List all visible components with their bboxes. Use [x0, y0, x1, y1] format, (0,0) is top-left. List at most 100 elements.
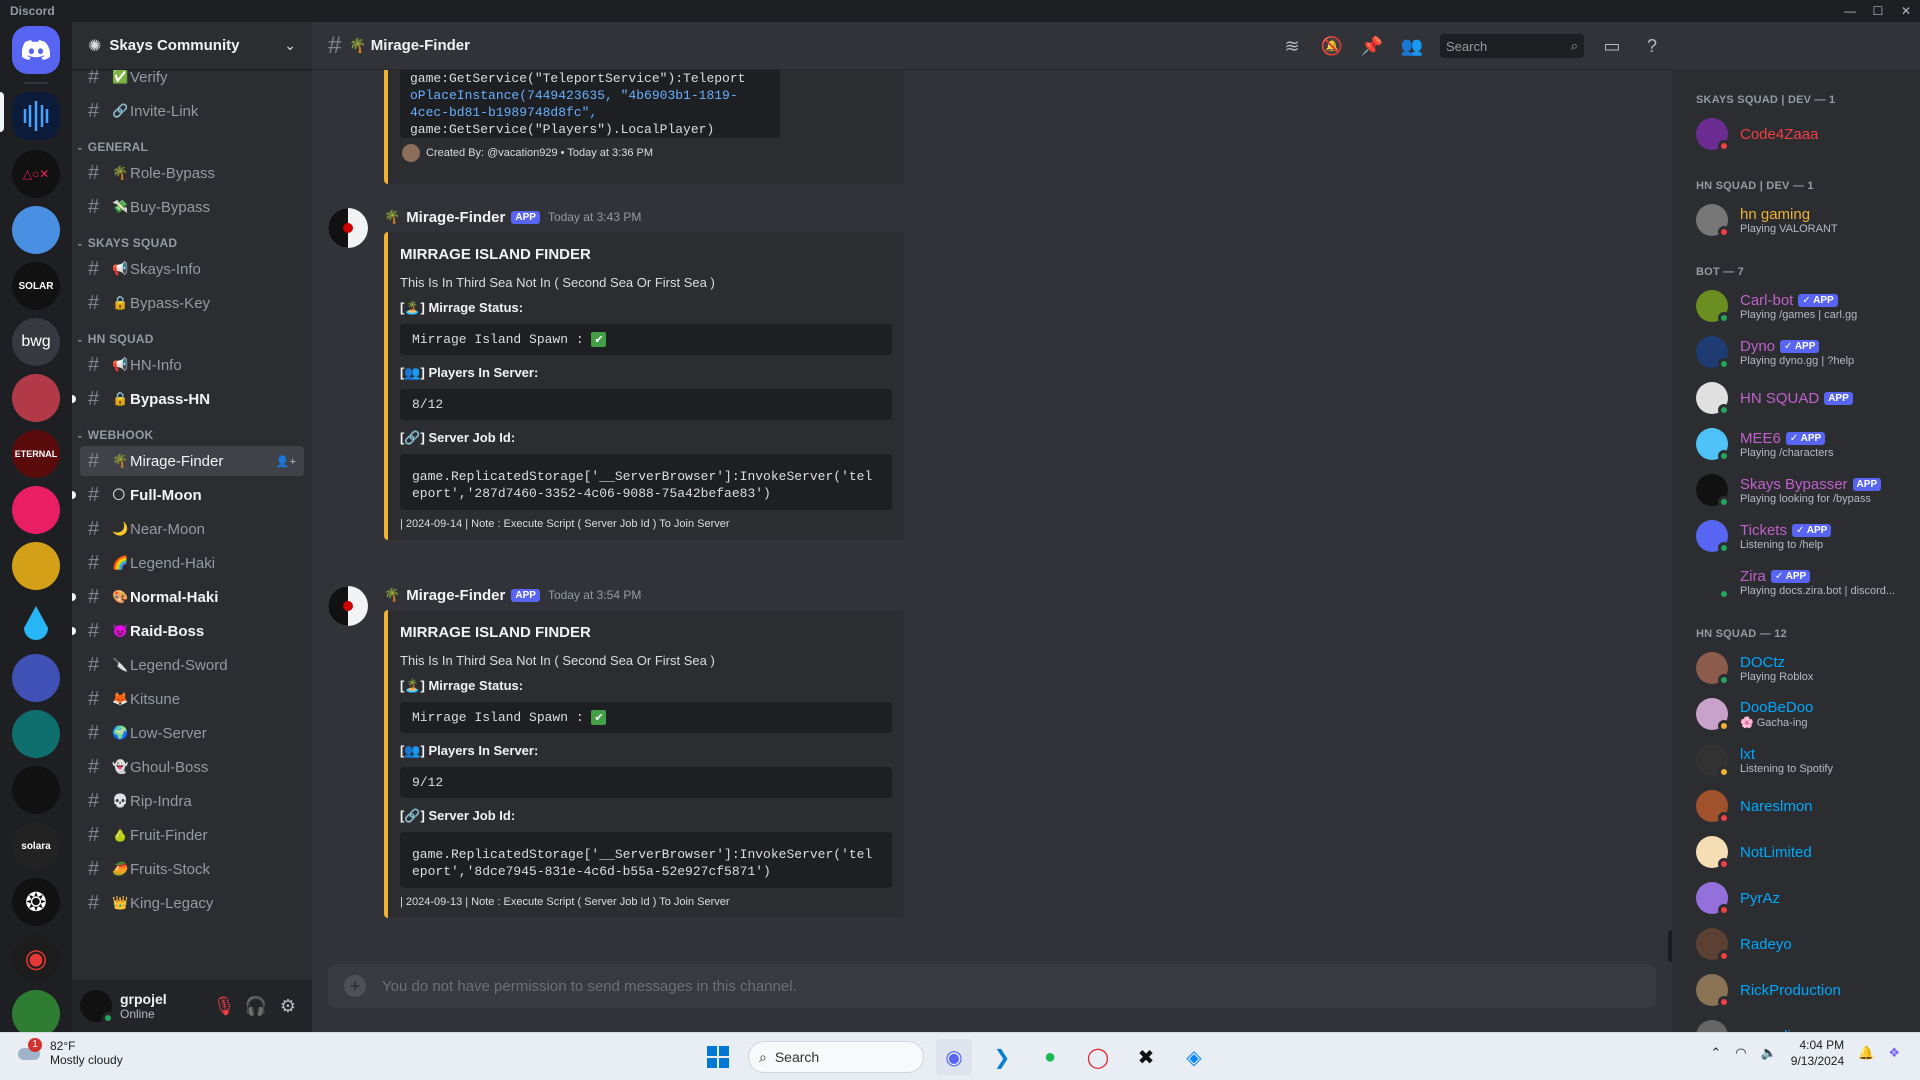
member-group-label: HN SQUAD — 12 [1696, 628, 1787, 640]
xbox-app-icon[interactable]: ✖ [1128, 1039, 1164, 1075]
vscode-app-icon[interactable]: ❯ [984, 1039, 1020, 1075]
channel-item-role-bypass[interactable]: # 🌴 Role-Bypass [80, 158, 304, 188]
channel-item-near-moon[interactable]: # 🌙 Near-Moon [80, 514, 304, 544]
channel-item-legend-haki[interactable]: # 🌈 Legend-Haki [80, 548, 304, 578]
home-button[interactable] [12, 26, 60, 74]
member-item[interactable]: MEE6 ✓ APP Playing /characters [1696, 422, 1912, 466]
mute-mic-icon[interactable]: 🎙 [208, 990, 240, 1022]
member-item[interactable]: Skays Bypasser APP Playing looking for /by… [1696, 468, 1912, 512]
category-skays-squad[interactable]: ⌄ SKAYS SQUAD [76, 236, 177, 250]
category-hn-squad[interactable]: ⌄ HN SQUAD [76, 332, 154, 346]
server-icon-3[interactable] [12, 206, 60, 254]
copilot-icon[interactable]: ❖ [1888, 1045, 1900, 1061]
avatar[interactable] [80, 990, 114, 1024]
category-webhook[interactable]: ⌄ WEBHOOK [76, 428, 153, 442]
server-icon-8[interactable] [12, 486, 60, 534]
server-icon-9[interactable] [12, 542, 60, 590]
notification-bell-icon[interactable]: 🔔 [1858, 1045, 1874, 1061]
server-icon-11[interactable] [12, 654, 60, 702]
channel-item-kitsune[interactable]: # 🦊 Kitsune [80, 684, 304, 714]
server-icon-2[interactable]: △○✕ [12, 150, 60, 198]
channel-item-skays-info[interactable]: # 📢 Skays-Info [80, 254, 304, 284]
weather-widget[interactable]: 1 82°F Mostly cloudy [16, 1038, 123, 1067]
channel-item-hn-info[interactable]: # 📢 HN-Info [80, 350, 304, 380]
author-name[interactable]: Mirage-Finder [406, 209, 505, 226]
channel-item-ghoul-boss[interactable]: # 👻 Ghoul-Boss [80, 752, 304, 782]
member-item[interactable]: Radeyo [1696, 922, 1912, 966]
wifi-icon[interactable]: ◠ [1735, 1045, 1746, 1061]
avatar[interactable] [328, 586, 368, 626]
member-item[interactable]: HN SQUAD APP [1696, 376, 1912, 420]
messenger-app-icon[interactable]: ◈ [1176, 1039, 1212, 1075]
guild-header[interactable]: ✺ Skays Community ⌄ [72, 22, 312, 70]
spotify-app-icon[interactable]: ● [1032, 1039, 1068, 1075]
help-icon[interactable]: ? [1640, 34, 1664, 58]
clock[interactable]: 4:04 PM 9/13/2024 [1791, 1037, 1844, 1069]
channel-item-bypass-hn[interactable]: # 🔒 Bypass-HN [72, 384, 304, 414]
channel-item-bypass-key[interactable]: # 🔒 Bypass-Key [80, 288, 304, 318]
channel-item-buy-bypass[interactable]: # 💸 Buy-Bypass [80, 192, 304, 222]
headphones-icon[interactable]: 🎧 [240, 990, 272, 1022]
server-bwg[interactable]: bwg [12, 318, 60, 366]
channel-item-mirage-finder[interactable]: # 🌴 Mirage-Finder 👤+ [80, 446, 304, 476]
opera-app-icon[interactable]: ◯ [1080, 1039, 1116, 1075]
windows-start-icon[interactable] [700, 1039, 736, 1075]
member-item[interactable]: samsuli [1696, 1014, 1912, 1032]
channel-item-legend-sword[interactable]: # 🔪 Legend-Sword [80, 650, 304, 680]
channel-item-verify[interactable]: # ✅ Verify [80, 70, 304, 92]
channel-item-rip-indra[interactable]: # 💀 Rip-Indra [80, 786, 304, 816]
category-general[interactable]: ⌄ GENERAL [76, 140, 148, 154]
maximize-icon[interactable]: ☐ [1864, 0, 1892, 22]
server-icon-6[interactable] [12, 374, 60, 422]
member-item[interactable]: PyrAz [1696, 876, 1912, 920]
member-item[interactable]: Nareslmon [1696, 784, 1912, 828]
inbox-icon[interactable]: ▭ [1600, 34, 1624, 58]
server-eternal[interactable]: ETERNAL [12, 430, 60, 478]
discord-app-icon[interactable]: ◉ [936, 1039, 972, 1075]
member-item[interactable]: RickProduction [1696, 968, 1912, 1012]
channel-emoji: 💀 [112, 793, 129, 808]
server-skays-community[interactable] [12, 92, 60, 140]
channel-item-king-legacy[interactable]: # 👑 King-Legacy [80, 888, 304, 918]
author-name[interactable]: Mirage-Finder [406, 587, 505, 604]
server-solar[interactable]: SOLAR [12, 262, 60, 310]
chevron-up-icon[interactable]: ⌃ [1710, 1045, 1721, 1061]
pin-icon[interactable]: 📌 [1360, 34, 1384, 58]
channel-item-low-server[interactable]: # 🌍 Low-Server [80, 718, 304, 748]
gear-icon[interactable]: ⚙ [272, 990, 304, 1022]
channel-item-full-moon[interactable]: # 🌕 Full-Moon [72, 480, 304, 510]
server-icon-16[interactable]: ◉ [12, 934, 60, 982]
taskbar-search-input[interactable]: ⌕ Search [748, 1041, 924, 1073]
speaker-icon[interactable]: 🔈 [1761, 1045, 1777, 1061]
member-item[interactable]: Dyno ✓ APP Playing dyno.gg | ?help [1696, 330, 1912, 374]
member-item[interactable]: DooBeDoo 🌸 Gacha-ing [1696, 692, 1912, 736]
member-item[interactable]: Code4Zaaa [1696, 112, 1912, 156]
channel-item-raid-boss[interactable]: # 👿 Raid-Boss [72, 616, 304, 646]
avatar[interactable] [328, 208, 368, 248]
member-item[interactable]: Zira ✓ APP Playing docs.zira.bot | discord… [1696, 560, 1912, 604]
channel-item-fruit-finder[interactable]: # 🍐 Fruit-Finder [80, 820, 304, 850]
threads-icon[interactable]: ≋ [1280, 34, 1304, 58]
channel-label: Invite-Link [130, 102, 199, 120]
member-item[interactable]: DOCtz Playing Roblox [1696, 646, 1912, 690]
minimize-icon[interactable]: — [1836, 0, 1864, 22]
member-item[interactable]: NotLimited [1696, 830, 1912, 874]
member-item[interactable]: Tickets ✓ APP Listening to /help [1696, 514, 1912, 558]
server-icon-12[interactable] [12, 710, 60, 758]
member-item[interactable]: Carl-bot ✓ APP Playing /games | carl.gg [1696, 284, 1912, 328]
channel-item-invite-link[interactable]: # 🔗 Invite-Link [80, 96, 304, 126]
server-icon-15[interactable]: ❂ [12, 878, 60, 926]
channel-item-fruits-stock[interactable]: # 🥭 Fruits-Stock [80, 854, 304, 884]
channel-item-normal-haki[interactable]: # 🎨 Normal-Haki [72, 582, 304, 612]
member-list-icon[interactable]: 👥 [1400, 34, 1424, 58]
server-icon-14[interactable]: solara [12, 822, 60, 870]
search-input[interactable]: Search ⌕ [1440, 34, 1584, 58]
notification-bell-icon[interactable]: 🔕 [1320, 34, 1344, 58]
server-icon-10[interactable] [12, 598, 60, 646]
create-invite-icon[interactable]: 👤+ [276, 455, 296, 468]
close-icon[interactable]: ✕ [1892, 0, 1920, 22]
member-item[interactable]: hn gaming Playing VALORANT [1696, 198, 1912, 242]
member-item[interactable]: lxt Listening to Spotify [1696, 738, 1912, 782]
server-icon-17[interactable] [12, 990, 60, 1032]
server-icon-13[interactable] [12, 766, 60, 814]
